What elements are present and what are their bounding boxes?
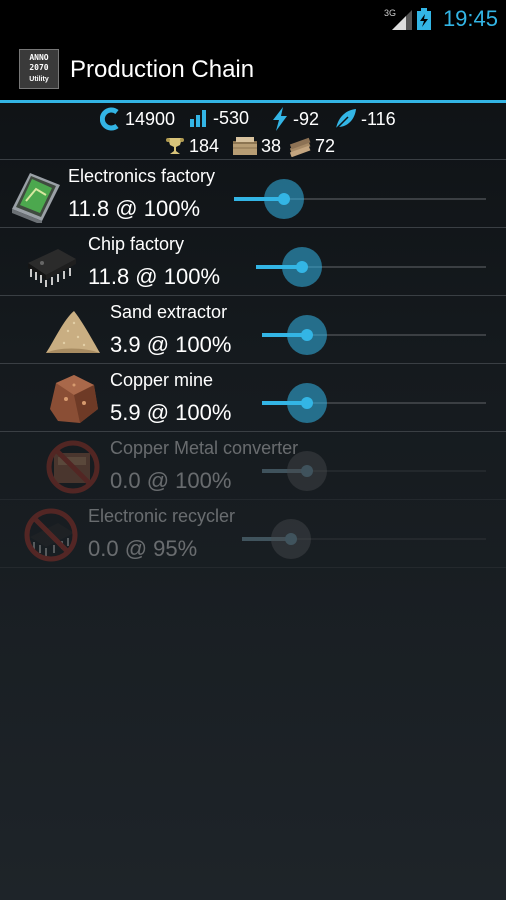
signal-icon: [392, 10, 412, 30]
production-value: 0.0 @ 95%: [88, 536, 198, 561]
efficiency-slider[interactable]: [262, 315, 486, 355]
production-value: 11.8 @ 100%: [68, 196, 201, 221]
tools-crate-icon: [233, 137, 257, 155]
energy-bolt-icon: [273, 107, 287, 131]
production-row-copper-mine[interactable]: Copper mine 5.9 @ 100%: [0, 364, 506, 432]
building-name: Chip factory: [88, 234, 185, 254]
app-logo-line: 2070: [29, 63, 49, 72]
building-materials-icon: [289, 137, 311, 157]
resource-value: -530: [213, 107, 250, 128]
slider-thumb[interactable]: [270, 519, 311, 559]
efficiency-slider[interactable]: [256, 247, 486, 287]
building-name: Sand extractor: [110, 302, 228, 322]
building-name: Copper mine: [110, 370, 214, 390]
production-value: 0.0 @ 100%: [110, 468, 232, 493]
sand-icon: [46, 311, 100, 353]
action-bar: ANNO 2070 Utility Production Chain: [0, 38, 506, 100]
building-name: Electronics factory: [68, 166, 216, 186]
resource-energy: -92: [270, 107, 319, 131]
app-logo-line: ANNO: [29, 53, 49, 62]
electronics-icon: [12, 173, 60, 223]
production-value: 5.9 @ 100%: [110, 400, 232, 425]
efficiency-slider[interactable]: [262, 383, 486, 423]
resource-eco: -116: [334, 107, 396, 131]
production-row-electronic-recycler[interactable]: Electronic recycler 0.0 @ 95%: [0, 500, 506, 568]
resource-credits: 14900: [100, 107, 175, 131]
production-row-chip-factory[interactable]: Chip factory 11.8 @ 100%: [0, 228, 506, 296]
battery-charging-icon: [417, 8, 431, 30]
status-bar: 3G 19:45: [0, 0, 506, 38]
resource-value: 38: [261, 135, 282, 156]
chip-icon: [28, 249, 76, 287]
research-trophy-icon: [166, 138, 184, 154]
production-row-sand-extractor[interactable]: Sand extractor 3.9 @ 100%: [0, 296, 506, 364]
building-name: Copper Metal converter: [110, 438, 299, 458]
copper-converter-icon: [46, 440, 100, 494]
resource-research: 184: [164, 135, 219, 157]
slider-thumb[interactable]: [286, 383, 327, 423]
balance-bars-icon: [190, 110, 206, 127]
credits-icon: [100, 107, 119, 131]
resource-value: -116: [361, 108, 396, 129]
slider-thumb[interactable]: [286, 315, 327, 355]
clock: 19:45: [442, 6, 498, 31]
slider-thumb[interactable]: [282, 247, 322, 287]
eco-leaf-icon: [335, 109, 356, 130]
efficiency-slider[interactable]: [242, 519, 486, 559]
production-row-electronics-factory[interactable]: Electronics factory 11.8 @ 100%: [0, 160, 506, 228]
app-logo-icon[interactable]: ANNO 2070 Utility: [19, 49, 59, 89]
resource-value: 184: [189, 135, 220, 156]
efficiency-slider[interactable]: [262, 451, 486, 491]
slider-thumb[interactable]: [286, 451, 327, 491]
resource-value: -92: [293, 108, 320, 129]
production-row-copper-metal-converter[interactable]: Copper Metal converter 0.0 @ 100%: [0, 432, 506, 500]
resource-materials: 72: [288, 135, 335, 157]
building-name: Electronic recycler: [88, 506, 236, 526]
resource-value: 14900: [125, 108, 176, 129]
resource-balance: -530: [188, 107, 249, 129]
app-logo-line: Utility: [29, 76, 49, 83]
slider-thumb[interactable]: [264, 179, 305, 219]
resource-tools: 38: [232, 135, 281, 157]
production-value: 3.9 @ 100%: [110, 332, 232, 357]
copper-ore-icon: [50, 375, 98, 423]
production-value: 11.8 @ 100%: [88, 264, 221, 289]
recycler-icon: [24, 508, 78, 562]
resource-summary: 14900 -530 -92 -116 184 38 72: [0, 103, 506, 159]
resource-value: 72: [315, 135, 336, 156]
page-title: Production Chain: [70, 56, 255, 83]
efficiency-slider[interactable]: [234, 179, 486, 219]
